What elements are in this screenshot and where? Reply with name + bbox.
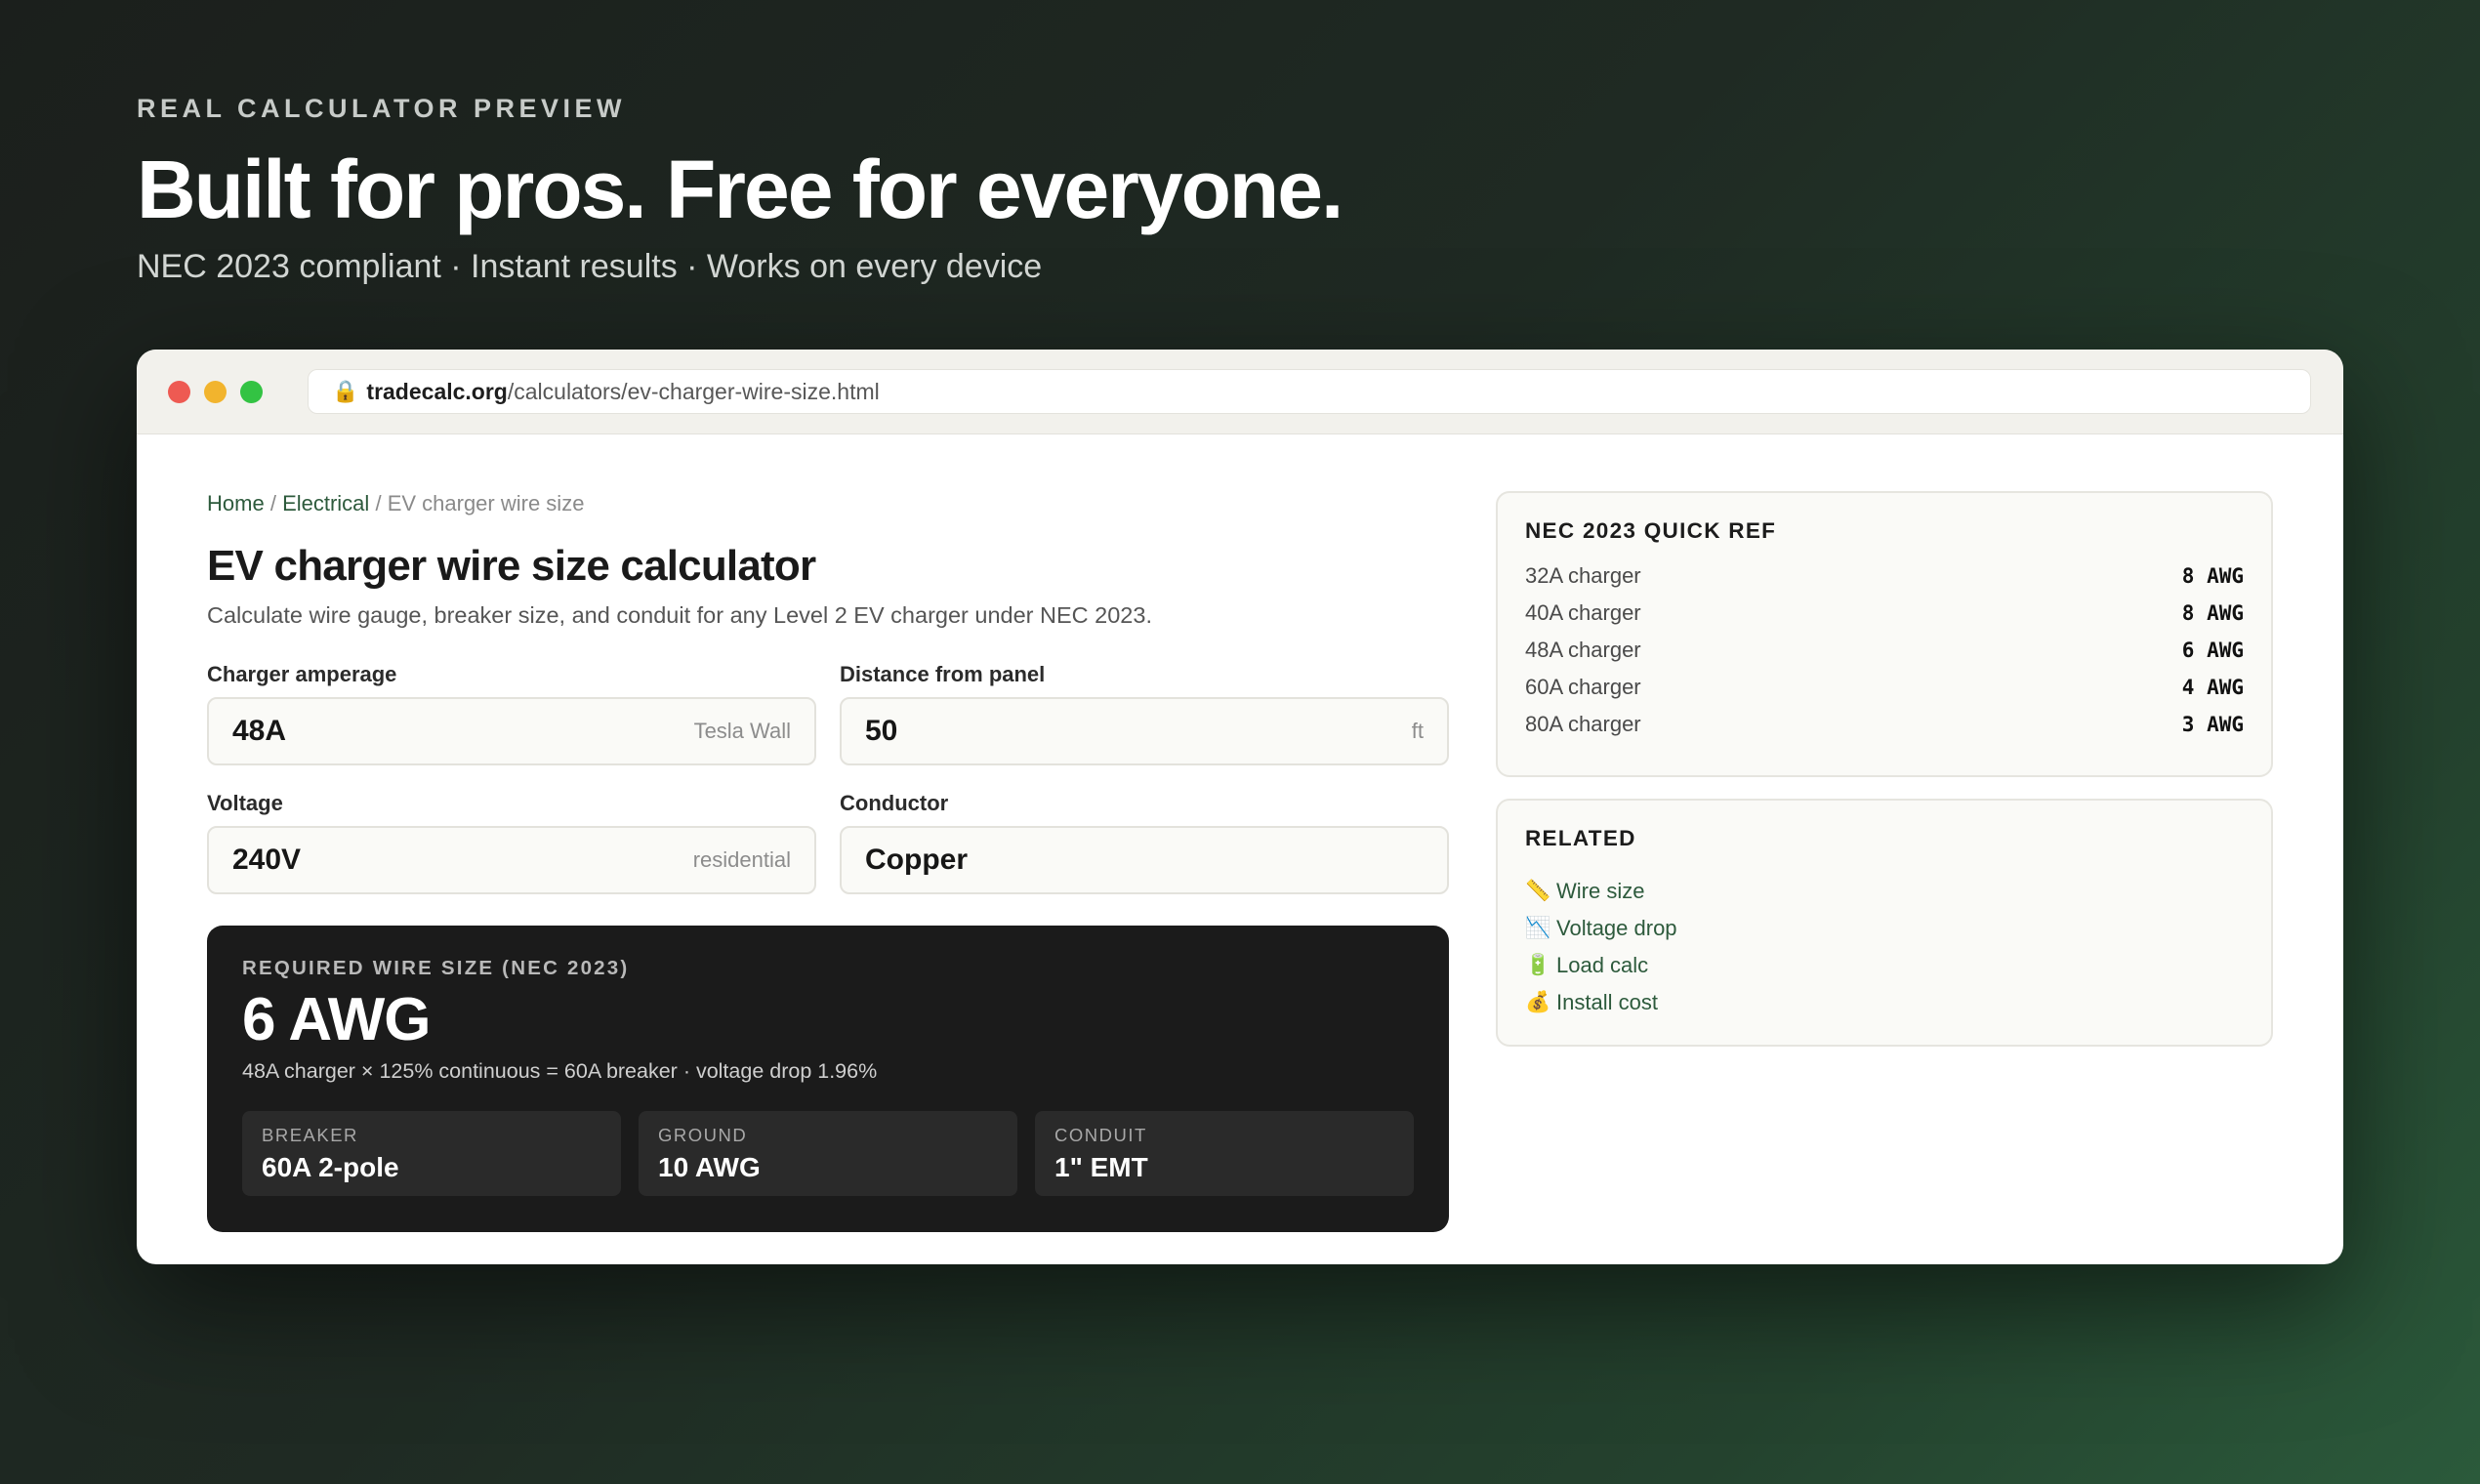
- result-wire-size: 6 AWG: [242, 986, 432, 1053]
- related-link-label: Voltage drop: [1556, 916, 1677, 940]
- quick-ref-label: 32A charger: [1525, 563, 1641, 588]
- quick-ref-label: 80A charger: [1525, 712, 1641, 736]
- breadcrumb: Home / Electrical / EV charger wire size: [207, 491, 1449, 516]
- battery-icon: 🔋: [1525, 954, 1551, 976]
- stat-value: 1" EMT: [1054, 1152, 1148, 1183]
- lock-icon: 🔒: [332, 379, 359, 403]
- related-list: 📏 Wire size 📉 Voltage drop 🔋 Load calc 💰…: [1525, 873, 2244, 1021]
- stat-label: GROUND: [658, 1125, 748, 1146]
- conductor-value: Copper: [865, 844, 968, 876]
- hero-subline: NEC 2023 compliant · Instant results · W…: [137, 247, 1043, 285]
- quick-ref-value: 3 AWG: [2181, 713, 2244, 736]
- quick-ref-row: 80A charger 3 AWG: [1525, 706, 2244, 743]
- url-domain: tradecalc.org: [366, 378, 508, 404]
- breadcrumb-separator: /: [375, 491, 382, 515]
- quick-ref-value: 4 AWG: [2181, 676, 2244, 699]
- related-link-install-cost[interactable]: 💰 Install cost: [1525, 984, 2244, 1021]
- result-label: REQUIRED WIRE SIZE (NEC 2023): [242, 957, 630, 979]
- amperage-label: Charger amperage: [207, 662, 397, 686]
- related-link-label: Install cost: [1556, 990, 1658, 1014]
- conductor-field-group: Conductor Copper: [840, 791, 1449, 894]
- calculator-form: Charger amperage 48A Tesla Wall Distance…: [207, 662, 1449, 894]
- result-panel: REQUIRED WIRE SIZE (NEC 2023) 6 AWG 48A …: [207, 926, 1449, 1232]
- hero-section: REAL CALCULATOR PREVIEW Built for pros. …: [137, 94, 2285, 286]
- browser-window: 🔒 tradecalc.org /calculators/ev-charger-…: [137, 350, 2343, 1264]
- browser-toolbar: 🔒 tradecalc.org /calculators/ev-charger-…: [137, 350, 2343, 434]
- related-card: RELATED 📏 Wire size 📉 Voltage drop 🔋 Loa…: [1496, 799, 2273, 1047]
- conductor-label: Conductor: [840, 791, 949, 815]
- stat-label: BREAKER: [262, 1125, 358, 1146]
- stat-value: 60A 2-pole: [262, 1152, 399, 1183]
- url-path: /calculators/ev-charger-wire-size.html: [507, 378, 880, 404]
- quick-ref-row: 40A charger 8 AWG: [1525, 595, 2244, 632]
- chart-decreasing-icon: 📉: [1525, 917, 1551, 939]
- related-title: RELATED: [1525, 826, 1636, 850]
- result-detail: 48A charger × 125% continuous = 60A brea…: [242, 1059, 878, 1084]
- voltage-input[interactable]: 240V residential: [207, 826, 816, 894]
- close-window-button[interactable]: [168, 381, 190, 403]
- distance-unit: ft: [1411, 719, 1424, 743]
- quick-ref-value: 8 AWG: [2181, 564, 2244, 588]
- voltage-label: Voltage: [207, 791, 283, 815]
- quick-ref-row: 60A charger 4 AWG: [1525, 669, 2244, 706]
- breadcrumb-separator: /: [269, 491, 276, 515]
- page-description: Calculate wire gauge, breaker size, and …: [207, 602, 1152, 628]
- quick-ref-row: 32A charger 8 AWG: [1525, 557, 2244, 595]
- distance-label: Distance from panel: [840, 662, 1046, 686]
- related-link-label: Load calc: [1556, 953, 1649, 977]
- ground-stat: GROUND 10 AWG: [639, 1111, 1017, 1197]
- hero-eyebrow: REAL CALCULATOR PREVIEW: [137, 94, 627, 123]
- calculator-main: Home / Electrical / EV charger wire size…: [207, 491, 1449, 1232]
- stat-value: 10 AWG: [658, 1152, 761, 1183]
- distance-value: 50: [865, 715, 898, 747]
- quick-ref-value: 8 AWG: [2181, 601, 2244, 625]
- related-link-load-calc[interactable]: 🔋 Load calc: [1525, 947, 2244, 984]
- quick-ref-card: NEC 2023 QUICK REF 32A charger 8 AWG 40A…: [1496, 491, 2273, 777]
- quick-ref-label: 48A charger: [1525, 638, 1641, 662]
- money-bag-icon: 💰: [1525, 991, 1551, 1013]
- breadcrumb-electrical-link[interactable]: Electrical: [282, 491, 369, 515]
- related-link-label: Wire size: [1556, 879, 1645, 903]
- quick-ref-value: 6 AWG: [2181, 639, 2244, 662]
- amperage-field-group: Charger amperage 48A Tesla Wall: [207, 662, 816, 765]
- related-link-voltage-drop[interactable]: 📉 Voltage drop: [1525, 910, 2244, 947]
- address-bar[interactable]: 🔒 tradecalc.org /calculators/ev-charger-…: [308, 369, 2311, 414]
- breadcrumb-home-link[interactable]: Home: [207, 491, 265, 515]
- amperage-value: 48A: [232, 715, 287, 747]
- distance-field-group: Distance from panel 50 ft: [840, 662, 1449, 765]
- related-link-wire-size[interactable]: 📏 Wire size: [1525, 873, 2244, 910]
- maximize-window-button[interactable]: [240, 381, 263, 403]
- stat-label: CONDUIT: [1054, 1125, 1147, 1146]
- amperage-input[interactable]: 48A Tesla Wall: [207, 697, 816, 765]
- voltage-field-group: Voltage 240V residential: [207, 791, 816, 894]
- page-title: EV charger wire size calculator: [207, 542, 816, 590]
- voltage-value: 240V: [232, 844, 302, 876]
- quick-ref-label: 40A charger: [1525, 600, 1641, 625]
- page-content: Home / Electrical / EV charger wire size…: [207, 491, 2273, 1233]
- conduit-stat: CONDUIT 1" EMT: [1035, 1111, 1414, 1197]
- result-stats: BREAKER 60A 2-pole GROUND 10 AWG CONDUIT…: [242, 1111, 1414, 1197]
- hero-headline: Built for pros. Free for everyone.: [137, 144, 1343, 235]
- amperage-hint: Tesla Wall: [693, 719, 791, 743]
- sidebar: NEC 2023 QUICK REF 32A charger 8 AWG 40A…: [1496, 491, 2273, 1047]
- minimize-window-button[interactable]: [204, 381, 227, 403]
- conductor-select[interactable]: Copper: [840, 826, 1449, 894]
- quick-ref-label: 60A charger: [1525, 675, 1641, 699]
- quick-ref-title: NEC 2023 QUICK REF: [1525, 518, 1777, 543]
- breaker-stat: BREAKER 60A 2-pole: [242, 1111, 621, 1197]
- ruler-icon: 📏: [1525, 880, 1551, 902]
- distance-input[interactable]: 50 ft: [840, 697, 1449, 765]
- voltage-hint: residential: [692, 847, 791, 872]
- breadcrumb-current: EV charger wire size: [387, 491, 585, 515]
- quick-ref-row: 48A charger 6 AWG: [1525, 632, 2244, 669]
- quick-ref-list: 32A charger 8 AWG 40A charger 8 AWG 48A …: [1525, 557, 2244, 743]
